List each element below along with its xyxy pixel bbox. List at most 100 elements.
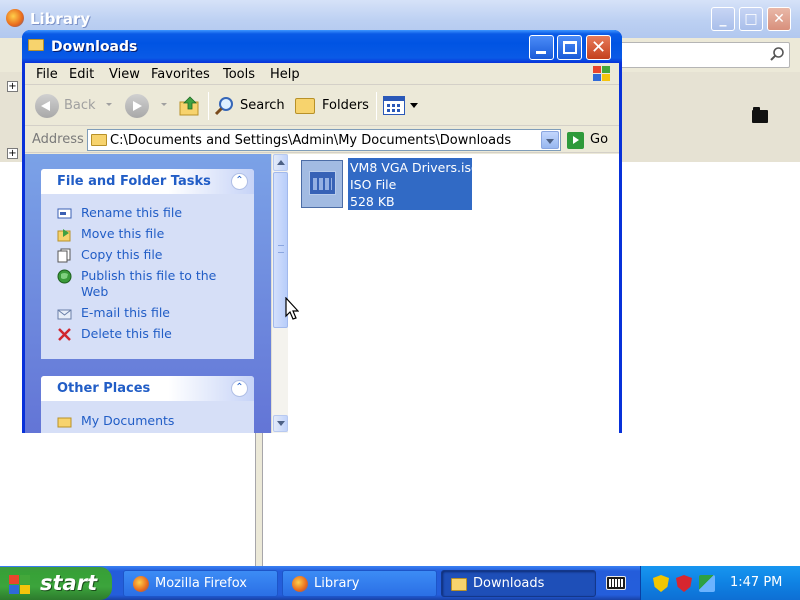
library-title: Library <box>30 10 91 28</box>
network-icon[interactable] <box>699 575 715 592</box>
my-documents-link[interactable]: My Documents <box>56 413 246 433</box>
file-list-view[interactable]: VM8 VGA Drivers.iso ISO File 528 KB <box>271 154 619 433</box>
standard-toolbar: Back Search Folders <box>25 86 619 126</box>
folder-icon <box>91 134 107 146</box>
tree-expand-toggle[interactable]: + <box>7 148 18 159</box>
window-title: Downloads <box>51 39 138 55</box>
up-folder-icon[interactable] <box>179 96 201 116</box>
clock[interactable]: 1:47 PM <box>730 575 782 590</box>
collapse-chevron-icon[interactable]: ⌃ <box>231 380 248 397</box>
taskbar-button-label: Downloads <box>473 576 545 591</box>
maximize-icon <box>563 41 577 54</box>
back-dropdown-icon[interactable] <box>106 103 112 106</box>
go-button[interactable]: Go <box>567 130 615 150</box>
maximize-button[interactable] <box>557 35 582 60</box>
search-icon[interactable] <box>769 46 785 62</box>
windows-logo-icon <box>9 575 31 594</box>
taskbar-button-library[interactable]: Library <box>282 570 437 597</box>
go-label: Go <box>590 132 609 147</box>
address-label: Address <box>32 132 84 147</box>
delete-x-icon <box>58 328 71 341</box>
iso-file-icon <box>301 160 343 208</box>
email-icon <box>57 309 72 320</box>
address-bar: Address C:\Documents and Settings\Admin\… <box>25 127 619 153</box>
menu-favorites[interactable]: Favorites <box>151 67 210 82</box>
start-label: start <box>40 571 98 595</box>
library-minimize-button[interactable]: _ <box>711 7 735 31</box>
taskbar-button-label: Mozilla Firefox <box>155 576 247 591</box>
rename-file-link[interactable]: Rename this file <box>56 205 246 226</box>
other-places-panel: Other Places ⌃ My Documents <box>41 376 254 433</box>
folder-icon <box>451 578 467 591</box>
scroll-down-button[interactable] <box>273 415 288 432</box>
mouse-cursor-icon <box>285 297 299 320</box>
email-file-link[interactable]: E-mail this file <box>56 305 246 326</box>
search-button[interactable]: Search <box>240 98 285 113</box>
start-button[interactable]: start <box>0 567 112 600</box>
move-file-link[interactable]: Move this file <box>56 226 246 247</box>
email-file-label: E-mail this file <box>81 305 170 320</box>
vertical-scrollbar[interactable] <box>271 154 288 433</box>
menu-file[interactable]: File <box>36 67 58 82</box>
library-search-input[interactable] <box>618 42 790 68</box>
minimize-icon <box>536 51 546 54</box>
other-places-title: Other Places <box>57 381 151 396</box>
downloads-body: File Edit View Favorites Tools Help Back <box>25 63 619 433</box>
menu-tools[interactable]: Tools <box>223 67 255 82</box>
delete-file-link[interactable]: Delete this file <box>56 326 246 347</box>
folder-icon <box>28 39 44 51</box>
close-button[interactable]: ✕ <box>586 35 611 60</box>
back-arrow-icon[interactable] <box>35 94 59 118</box>
publish-file-link[interactable]: Publish this file to the Web <box>56 268 246 305</box>
taskbar-button-firefox[interactable]: Mozilla Firefox <box>123 570 278 597</box>
file-folder-tasks-panel: File and Folder Tasks ⌃ Rename this file… <box>41 169 254 359</box>
menu-view[interactable]: View <box>109 67 140 82</box>
minimize-button[interactable] <box>529 35 554 60</box>
file-type: ISO File <box>350 177 397 192</box>
forward-arrow-icon[interactable] <box>125 94 149 118</box>
taskbar-button-downloads[interactable]: Downloads <box>441 570 596 597</box>
keyboard-icon[interactable] <box>606 576 626 590</box>
menu-help[interactable]: Help <box>270 67 300 82</box>
scroll-up-button[interactable] <box>273 154 288 171</box>
file-label-block: VM8 VGA Drivers.iso ISO File 528 KB <box>348 158 479 210</box>
scroll-grip-icon <box>278 245 284 253</box>
delete-file-label: Delete this file <box>81 326 172 341</box>
views-dropdown-icon[interactable] <box>410 103 418 108</box>
folder-icon <box>57 417 72 428</box>
address-input[interactable]: C:\Documents and Settings\Admin\My Docum… <box>87 129 561 151</box>
move-file-label: Move this file <box>81 226 165 241</box>
address-dropdown-button[interactable] <box>541 131 559 149</box>
folders-icon[interactable] <box>295 98 315 114</box>
copy-file-link[interactable]: Copy this file <box>56 247 246 268</box>
firefox-icon <box>6 9 24 27</box>
menu-edit[interactable]: Edit <box>69 67 94 82</box>
views-icon[interactable] <box>383 96 405 115</box>
other-places-header[interactable]: Other Places ⌃ <box>41 376 254 401</box>
folders-button[interactable]: Folders <box>322 98 369 113</box>
taskbar-button-label: Library <box>314 576 360 591</box>
address-value[interactable]: C:\Documents and Settings\Admin\My Docum… <box>110 133 511 148</box>
tree-expand-toggle[interactable]: + <box>7 81 18 92</box>
file-name: VM8 VGA Drivers.iso <box>350 160 479 175</box>
library-close-button[interactable]: ✕ <box>767 7 791 31</box>
move-file-icon <box>57 229 71 242</box>
folder-icon[interactable] <box>752 107 768 123</box>
downloads-window: Downloads ✕ File Edit View Favorites Too… <box>22 30 622 433</box>
close-icon: ✕ <box>590 37 607 58</box>
globe-icon <box>57 269 72 284</box>
other-places-list: My Documents <box>56 413 246 433</box>
forward-dropdown-icon[interactable] <box>161 103 167 106</box>
copy-file-label: Copy this file <box>81 247 163 262</box>
selection-overlay <box>301 160 343 208</box>
file-item-iso[interactable]: VM8 VGA Drivers.iso ISO File 528 KB <box>301 158 481 212</box>
search-icon[interactable] <box>214 95 236 117</box>
collapse-chevron-icon[interactable]: ⌃ <box>231 173 248 190</box>
downloads-titlebar[interactable]: Downloads ✕ <box>22 30 622 63</box>
file-folder-tasks-title: File and Folder Tasks <box>57 174 211 189</box>
back-button[interactable]: Back <box>64 98 96 113</box>
library-maximize-button[interactable]: □ <box>739 7 763 31</box>
file-folder-tasks-header[interactable]: File and Folder Tasks ⌃ <box>41 169 254 194</box>
file-size: 528 KB <box>350 194 395 209</box>
firefox-icon <box>292 576 308 592</box>
